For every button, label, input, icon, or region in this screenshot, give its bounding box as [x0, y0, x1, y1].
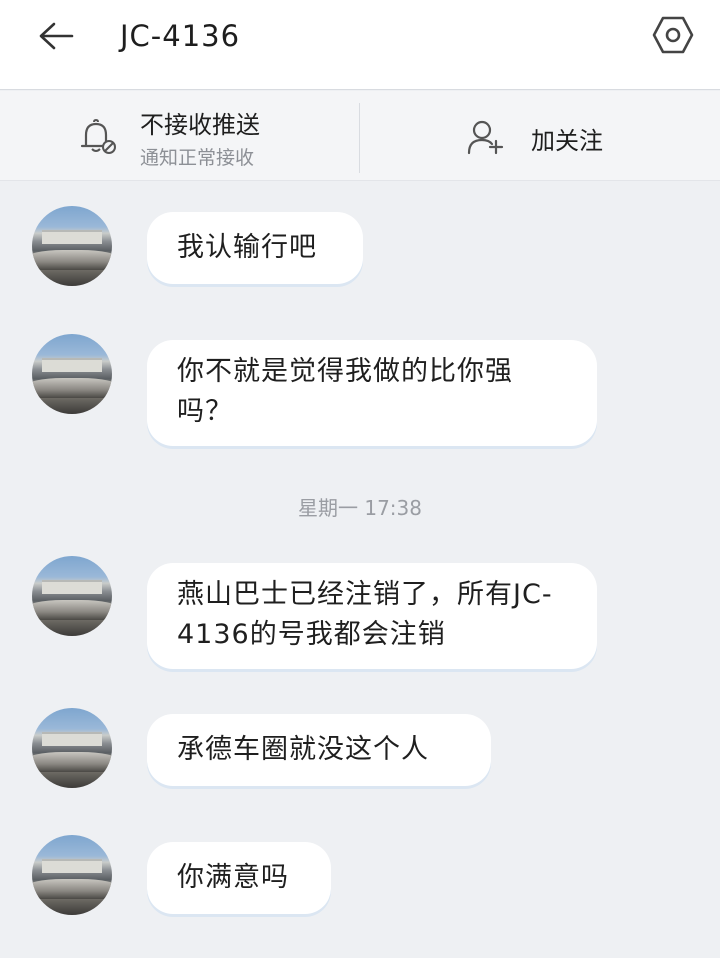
- push-settings-button[interactable]: 不接收推送 通知正常接收: [0, 91, 360, 181]
- top-bar: JC-4136: [0, 0, 720, 90]
- message-bubble[interactable]: 我认输行吧: [147, 212, 363, 284]
- action-bar: 不接收推送 通知正常接收 加关注: [0, 91, 720, 181]
- avatar[interactable]: [32, 708, 112, 788]
- arrow-left-icon: [39, 22, 74, 50]
- message-bubble[interactable]: 燕山巴士已经注销了，所有JC-4136的号我都会注销: [147, 563, 597, 669]
- action-divider: [359, 103, 360, 173]
- chat-area[interactable]: 我认输行吧 你不就是觉得我做的比你强吗？ 星期一 17:38 燕山巴士已经注销了…: [0, 182, 720, 958]
- avatar[interactable]: [32, 206, 112, 286]
- follow-label: 加关注: [531, 127, 603, 155]
- push-title: 不接收推送: [140, 111, 260, 139]
- avatar[interactable]: [32, 835, 112, 915]
- follow-button[interactable]: 加关注: [361, 91, 720, 181]
- page-title: JC-4136: [120, 19, 241, 53]
- timestamp: 星期一 17:38: [298, 496, 422, 520]
- push-subtitle: 通知正常接收: [140, 147, 255, 169]
- settings-button[interactable]: [650, 12, 696, 58]
- avatar[interactable]: [32, 556, 112, 636]
- bell-off-icon: [80, 119, 116, 154]
- user-add-icon: [467, 120, 504, 155]
- avatar[interactable]: [32, 334, 112, 414]
- hexagon-settings-icon: [652, 16, 694, 54]
- back-button[interactable]: [34, 14, 78, 58]
- message-bubble[interactable]: 你不就是觉得我做的比你强吗？: [147, 340, 597, 446]
- message-bubble[interactable]: 承德车圈就没这个人: [147, 714, 491, 786]
- message-bubble[interactable]: 你满意吗: [147, 842, 331, 914]
